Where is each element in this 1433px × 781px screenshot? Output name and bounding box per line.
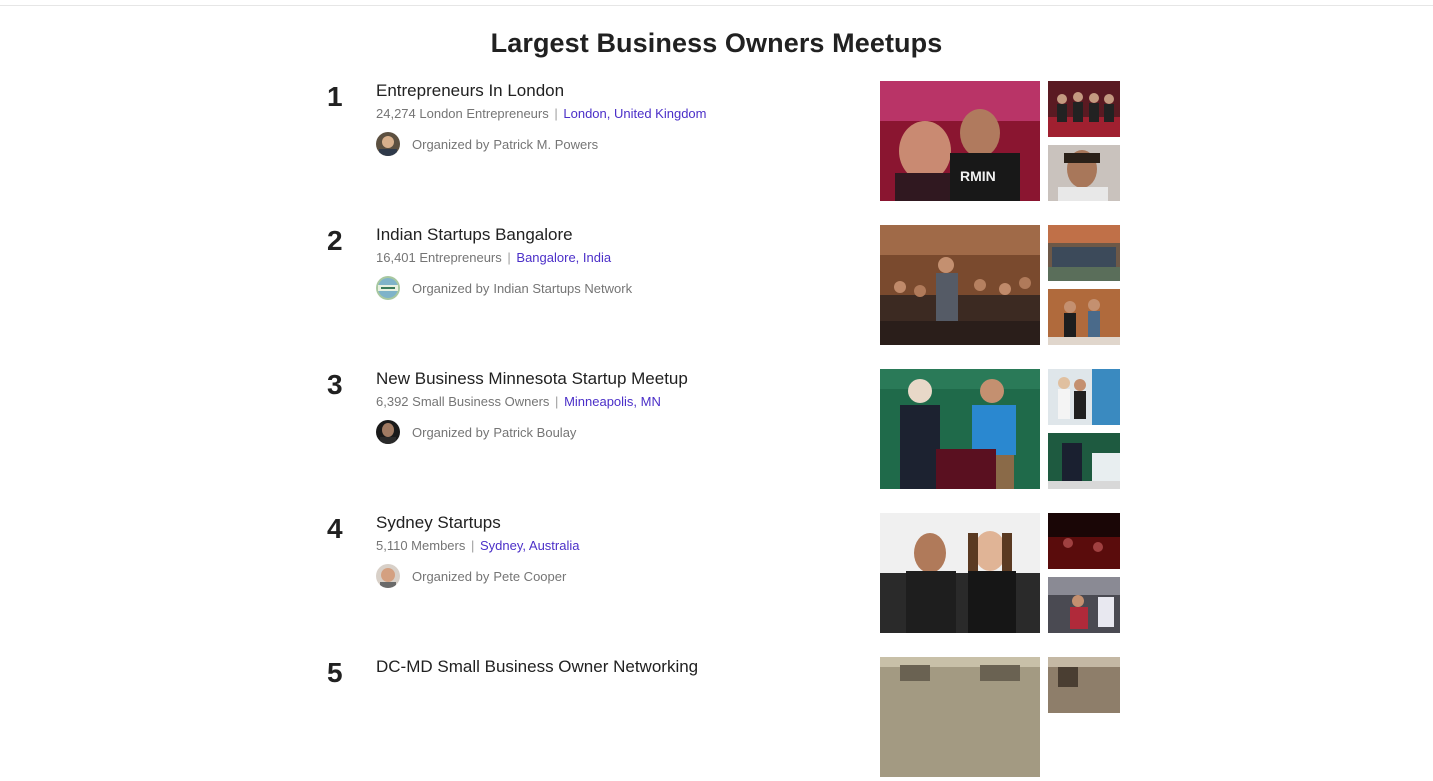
group-photo-thumb[interactable]: [1048, 289, 1120, 345]
organizer-avatar[interactable]: [376, 420, 400, 444]
group-photo-thumb[interactable]: [1048, 513, 1120, 569]
organizer-avatar[interactable]: [376, 276, 400, 300]
group-name-link[interactable]: Sydney Startups: [376, 513, 501, 533]
group-name-link[interactable]: DC-MD Small Business Owner Networking: [376, 657, 698, 677]
organizer-info: Organized by Indian Startups Network: [376, 276, 632, 300]
group-meta: 16,401 Entrepreneurs | Bangalore, India: [376, 250, 611, 265]
meta-separator: |: [554, 106, 558, 121]
group-row: 5 DC-MD Small Business Owner Networking: [0, 657, 1433, 781]
organizer-name[interactable]: Patrick M. Powers: [493, 137, 598, 152]
group-rank: 1: [327, 81, 343, 112]
organizer-name[interactable]: Patrick Boulay: [493, 425, 576, 440]
group-meta: 24,274 London Entrepreneurs | London, Un…: [376, 106, 707, 121]
organizer-info: Organized by Patrick Boulay: [376, 420, 576, 444]
group-meta: 5,110 Members | Sydney, Australia: [376, 538, 579, 553]
group-photo-main[interactable]: [880, 657, 1040, 777]
group-photo-thumb[interactable]: [1048, 145, 1120, 201]
group-photo-thumb[interactable]: [1048, 225, 1120, 281]
organizer-name[interactable]: Indian Startups Network: [493, 281, 632, 296]
group-meta: 6,392 Small Business Owners | Minneapoli…: [376, 394, 661, 409]
group-photo-main[interactable]: [880, 513, 1040, 633]
group-row: 2 Indian Startups Bangalore 16,401 Entre…: [0, 225, 1433, 349]
organizer-prefix: Organized by: [412, 424, 490, 440]
organizer-info: Organized by Patrick M. Powers: [376, 132, 598, 156]
meta-separator: |: [507, 250, 511, 265]
organizer-info: Organized by Pete Cooper: [376, 564, 566, 588]
group-name-link[interactable]: Indian Startups Bangalore: [376, 225, 573, 245]
organizer-prefix: Organized by: [412, 136, 490, 152]
organizer-avatar[interactable]: [376, 132, 400, 156]
svg-text:RMIN: RMIN: [960, 168, 996, 184]
group-photo-thumb[interactable]: [1048, 81, 1120, 137]
member-count: 24,274 London Entrepreneurs: [376, 106, 549, 121]
organizer-prefix: Organized by: [412, 280, 490, 296]
member-count: 5,110 Members: [376, 538, 466, 553]
organizer-prefix: Organized by: [412, 568, 490, 584]
group-photo-thumb[interactable]: [1048, 369, 1120, 425]
group-name-link[interactable]: Entrepreneurs In London: [376, 81, 564, 101]
group-rank: 2: [327, 225, 343, 256]
location-link[interactable]: London, United Kingdom: [563, 106, 706, 121]
group-name-link[interactable]: New Business Minnesota Startup Meetup: [376, 369, 688, 389]
group-photo-thumb[interactable]: [1048, 657, 1120, 713]
group-rank: 5: [327, 657, 343, 688]
group-row: 3 New Business Minnesota Startup Meetup …: [0, 369, 1433, 493]
group-row: 4 Sydney Startups 5,110 Members | Sydney…: [0, 513, 1433, 637]
member-count: 16,401 Entrepreneurs: [376, 250, 502, 265]
group-photo-main[interactable]: RMIN: [880, 81, 1040, 201]
group-photo-main[interactable]: [880, 225, 1040, 345]
location-link[interactable]: Minneapolis, MN: [564, 394, 661, 409]
top-divider: [0, 5, 1433, 6]
group-rank: 3: [327, 369, 343, 400]
organizer-name[interactable]: Pete Cooper: [493, 569, 566, 584]
group-photo-thumb[interactable]: [1048, 577, 1120, 633]
group-rank: 4: [327, 513, 343, 544]
location-link[interactable]: Bangalore, India: [516, 250, 611, 265]
location-link[interactable]: Sydney, Australia: [480, 538, 579, 553]
meta-separator: |: [555, 394, 559, 409]
meta-separator: |: [470, 538, 475, 553]
member-count: 6,392 Small Business Owners: [376, 394, 550, 409]
group-photo-main[interactable]: [880, 369, 1040, 489]
group-photo-thumb[interactable]: [1048, 433, 1120, 489]
page-title: Largest Business Owners Meetups: [490, 28, 943, 58]
group-row: 1 Entrepreneurs In London 24,274 London …: [0, 81, 1433, 205]
organizer-avatar[interactable]: [376, 564, 400, 588]
